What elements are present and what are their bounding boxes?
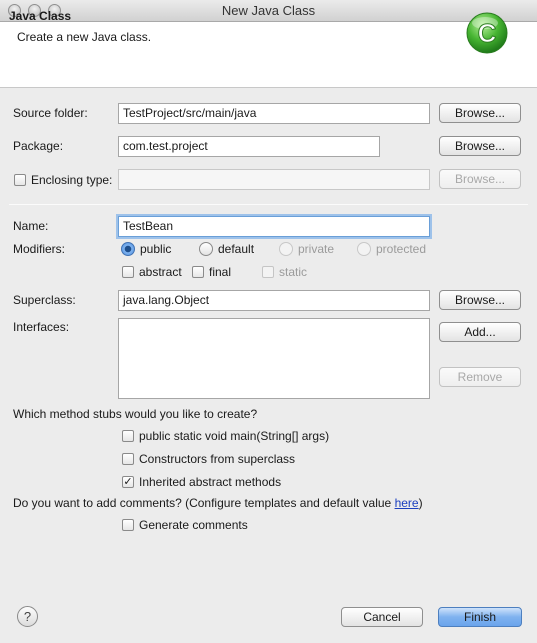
default-radio[interactable] xyxy=(199,242,213,256)
interfaces-list[interactable] xyxy=(118,318,430,399)
inherited-abstract-checkbox[interactable]: ✓ xyxy=(122,476,134,488)
icon-letter: C xyxy=(478,18,497,48)
package-input[interactable]: com.test.project xyxy=(118,136,380,157)
main-method-checkbox[interactable] xyxy=(122,430,134,442)
separator xyxy=(9,204,528,205)
comments-question-text: Do you want to add comments? (Configure … xyxy=(13,496,395,510)
header-title: Java Class xyxy=(9,9,72,23)
window-title: New Java Class xyxy=(221,3,316,18)
constructors-label: Constructors from superclass xyxy=(139,452,296,466)
generate-comments-checkbox[interactable] xyxy=(122,519,134,531)
cancel-button[interactable]: Cancel xyxy=(341,607,423,627)
enclosing-type-input[interactable] xyxy=(118,169,430,190)
add-interface-button[interactable]: Add... xyxy=(439,322,521,342)
superclass-input[interactable]: java.lang.Object xyxy=(118,290,430,311)
help-icon[interactable]: ? xyxy=(17,606,38,627)
name-label: Name: xyxy=(13,219,49,233)
static-checkbox-label: static xyxy=(279,265,308,279)
enclosing-type-checkbox[interactable] xyxy=(14,174,26,186)
enclosing-type-browse-button[interactable]: Browse... xyxy=(439,169,521,189)
interfaces-label: Interfaces: xyxy=(13,320,70,334)
source-folder-input[interactable]: TestProject/src/main/java xyxy=(118,103,430,124)
source-folder-browse-button[interactable]: Browse... xyxy=(439,103,521,123)
abstract-checkbox[interactable] xyxy=(122,266,134,278)
inherited-abstract-label: Inherited abstract methods xyxy=(139,475,282,489)
package-label: Package: xyxy=(13,139,64,153)
comments-question-suffix: ) xyxy=(418,496,423,510)
class-name-input[interactable]: TestBean xyxy=(118,216,430,237)
static-checkbox[interactable] xyxy=(262,266,274,278)
generate-comments-label: Generate comments xyxy=(139,518,248,532)
remove-interface-button[interactable]: Remove xyxy=(439,367,521,387)
java-class-icon: C xyxy=(466,12,508,54)
protected-radio[interactable] xyxy=(357,242,371,256)
final-checkbox-label: final xyxy=(209,265,232,279)
header-message: Create a new Java class. xyxy=(17,30,152,44)
enclosing-type-label: Enclosing type: xyxy=(31,173,113,187)
modifiers-label: Modifiers: xyxy=(13,242,66,256)
public-radio[interactable] xyxy=(121,242,135,256)
package-browse-button[interactable]: Browse... xyxy=(439,136,521,156)
private-radio-label: private xyxy=(298,242,335,256)
public-radio-label: public xyxy=(140,242,172,256)
finish-button[interactable]: Finish xyxy=(438,607,522,627)
final-checkbox[interactable] xyxy=(192,266,204,278)
protected-radio-label: protected xyxy=(376,242,427,256)
source-folder-label: Source folder: xyxy=(13,106,88,120)
constructors-checkbox[interactable] xyxy=(122,453,134,465)
default-radio-label: default xyxy=(218,242,255,256)
comments-question: Do you want to add comments? (Configure … xyxy=(13,496,423,510)
abstract-checkbox-label: abstract xyxy=(139,265,182,279)
superclass-browse-button[interactable]: Browse... xyxy=(439,290,521,310)
configure-templates-link[interactable]: here xyxy=(395,496,419,510)
main-method-label: public static void main(String[] args) xyxy=(139,429,330,443)
superclass-label: Superclass: xyxy=(13,293,76,307)
method-stubs-question: Which method stubs would you like to cre… xyxy=(13,407,258,421)
private-radio[interactable] xyxy=(279,242,293,256)
